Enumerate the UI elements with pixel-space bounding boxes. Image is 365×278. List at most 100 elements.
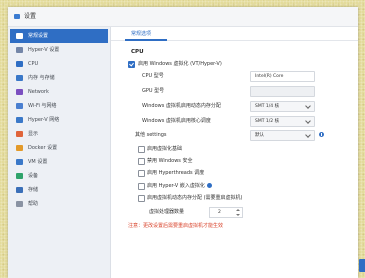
sidebar-item-label: Hyper-V 网络 [28, 117, 60, 123]
option-label: 禁用 Windows 安全 [147, 158, 193, 164]
gpu-model-input[interactable] [250, 86, 315, 97]
sidebar-item-label: VM 设置 [28, 159, 48, 165]
sidebar-item-label: 内存 与存储 [28, 75, 55, 81]
cpu-model-input[interactable]: Intel(R) Core [250, 71, 315, 82]
cpu-model-row: CPU 型号 Intel(R) Core [111, 71, 358, 82]
sidebar-item-wifi[interactable]: Wi-Fi 与网络 [10, 99, 108, 113]
hyperv-icon [16, 47, 23, 53]
cpu-model-value: Intel(R) Core [255, 74, 284, 79]
dynamic-memory-value: SMT 1/4 核 [255, 104, 280, 109]
option-label: 启用 Hyperthreads 调度 [147, 170, 205, 176]
settings-panel: 常规选项 CPU 启用 Windows 虚拟化 (VT/Hyper-V) CPU… [111, 27, 358, 278]
sidebar-item-label: Wi-Fi 与网络 [28, 103, 57, 109]
other-settings-select[interactable]: 默认 [250, 130, 315, 141]
sidebar-item-label: 帮助 [28, 201, 39, 207]
core-scheduling-row: Windows 虚拟机启用核心调度 SMT 1/2 核 [111, 116, 358, 127]
enable-virtualization-checkbox[interactable] [128, 61, 135, 68]
info-icon[interactable] [319, 132, 324, 137]
sidebar-item-memory[interactable]: 内存 与存储 [10, 71, 108, 85]
option-checkbox[interactable] [138, 146, 145, 153]
core-scheduling-select[interactable]: SMT 1/2 核 [250, 116, 315, 127]
sidebar-item-network[interactable]: Network [10, 85, 108, 99]
sidebar-item-display[interactable]: 显示 [10, 127, 108, 141]
ok-button[interactable] [359, 259, 365, 272]
option-row: 启用 Hyperthreads 调度 [111, 168, 358, 179]
settings-icon [16, 33, 23, 39]
info-icon[interactable] [206, 183, 212, 188]
option-checkbox[interactable] [138, 183, 145, 190]
gpu-model-row: GPU 型号 [111, 86, 358, 97]
sidebar-item-label: 存储 [28, 187, 39, 193]
core-scheduling-label: Windows 虚拟机启用核心调度 [142, 118, 211, 124]
app-icon [14, 14, 20, 19]
sidebar-item-label: CPU [28, 61, 39, 67]
option-row: 禁用 Windows 安全 [111, 156, 358, 167]
option-checkbox[interactable] [138, 195, 145, 202]
section-title: CPU [131, 49, 144, 55]
sidebar-item-hyperv[interactable]: Hyper-V 设置 [10, 43, 108, 57]
settings-window: 设置 常规设置 Hyper-V 设置 CPU 内存 与存储 Network Wi… [8, 7, 358, 278]
dynamic-memory-label: Windows 虚拟机启用动态内存分配 [142, 103, 221, 109]
other-settings-row: 其他 settings 默认 [111, 130, 358, 141]
enable-virtualization-label: 启用 Windows 虚拟化 (VT/Hyper-V) [138, 61, 222, 67]
memory-icon [16, 75, 23, 81]
sidebar-item-label: 常规设置 [28, 33, 49, 39]
help-icon [16, 201, 23, 207]
other-settings-label: 其他 settings [135, 132, 167, 138]
sidebar-item-label: 显示 [28, 131, 39, 137]
storage-icon [16, 187, 23, 193]
vcpu-row: 虚拟处理器数量 2 [111, 207, 358, 218]
vcpu-stepper[interactable]: 2 [209, 207, 243, 218]
stepper-up-icon[interactable] [236, 209, 240, 211]
wifi-icon [16, 103, 23, 109]
option-row: 启用虚拟化基础 [111, 144, 358, 155]
sidebar-item-label: Docker 设置 [28, 145, 58, 151]
sidebar-item-label: Network [28, 89, 49, 95]
devices-icon [16, 173, 23, 179]
sidebar-item-hyperv-network[interactable]: Hyper-V 网络 [10, 113, 108, 127]
core-scheduling-value: SMT 1/2 核 [255, 119, 280, 124]
sidebar-nav: 常规设置 Hyper-V 设置 CPU 内存 与存储 Network Wi-Fi… [10, 29, 108, 211]
cpu-model-label: CPU 型号 [142, 73, 164, 79]
enable-virtualization-row: 启用 Windows 虚拟化 (VT/Hyper-V) [111, 59, 358, 70]
stepper-down-icon[interactable] [236, 214, 240, 216]
option-label-group: 启用 Hyper-V 嵌入虚拟化 [147, 182, 212, 190]
option-row: 启用 Hyper-V 嵌入虚拟化 [111, 181, 358, 192]
network-icon [16, 89, 23, 95]
sidebar: 常规设置 Hyper-V 设置 CPU 内存 与存储 Network Wi-Fi… [8, 27, 111, 278]
sidebar-item-vm[interactable]: VM 设置 [10, 155, 108, 169]
sidebar-item-label: Hyper-V 设置 [28, 47, 60, 53]
vcpu-label: 虚拟处理器数量 [149, 209, 185, 215]
network-adapter-icon [16, 117, 23, 123]
dynamic-memory-select[interactable]: SMT 1/4 核 [250, 101, 315, 112]
vm-icon [16, 159, 23, 165]
sidebar-item-devices[interactable]: 设备 [10, 169, 108, 183]
option-label: 启用虚拟化基础 [147, 146, 183, 152]
display-icon [16, 131, 23, 137]
title-bar[interactable]: 设置 [8, 7, 358, 27]
chevron-down-icon [305, 103, 311, 109]
tab-general-options[interactable]: 常规选项 [131, 30, 151, 38]
chevron-down-icon [305, 118, 311, 124]
sidebar-item-cpu[interactable]: CPU [10, 57, 108, 71]
option-label: 启用 Hyper-V 嵌入虚拟化 [147, 183, 205, 189]
restart-note: 注意：更改设置后需要重启虚拟机才能生效 [128, 223, 224, 229]
sidebar-item-label: 设备 [28, 173, 39, 179]
window-title: 设置 [24, 13, 37, 20]
sidebar-item-general[interactable]: 常规设置 [10, 29, 108, 43]
option-checkbox[interactable] [138, 158, 145, 165]
option-row: 启用虚拟机动态内存分配 (需要重启虚拟机) [111, 193, 358, 204]
gpu-model-label: GPU 型号 [142, 88, 165, 94]
chevron-down-icon [305, 132, 311, 138]
option-checkbox[interactable] [138, 170, 145, 177]
sidebar-item-storage[interactable]: 存储 [10, 183, 108, 197]
sidebar-item-docker[interactable]: Docker 设置 [10, 141, 108, 155]
sidebar-item-help[interactable]: 帮助 [10, 197, 108, 211]
active-tab-indicator [125, 39, 167, 41]
vcpu-value: 2 [218, 210, 221, 215]
other-settings-value: 默认 [255, 133, 264, 138]
option-label: 启用虚拟机动态内存分配 (需要重启虚拟机) [147, 195, 243, 201]
dynamic-memory-row: Windows 虚拟机启用动态内存分配 SMT 1/4 核 [111, 101, 358, 112]
cpu-icon [16, 61, 23, 67]
docker-icon [16, 145, 23, 151]
